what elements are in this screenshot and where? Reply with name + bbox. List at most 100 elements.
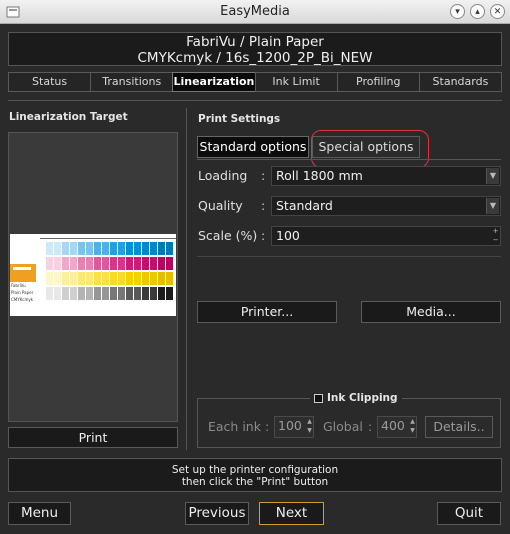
previous-button[interactable]: Previous	[185, 502, 249, 525]
quality-label: Quality	[198, 198, 243, 213]
menu-button[interactable]: Menu	[8, 502, 71, 525]
status-line2: then click the "Print" button	[181, 476, 329, 488]
target-label-2: Plain Paper	[11, 290, 34, 295]
target-patch	[94, 287, 101, 300]
target-patch	[54, 242, 61, 255]
global-value: 400	[381, 418, 405, 433]
target-patch	[118, 272, 125, 285]
target-logo-block	[10, 264, 36, 282]
tab-profiling[interactable]: Profiling	[336, 72, 420, 92]
target-patch	[62, 272, 69, 285]
target-patch	[70, 287, 77, 300]
target-patch	[158, 257, 165, 270]
each-ink-colon: :	[265, 419, 270, 434]
target-patch	[102, 242, 109, 255]
quality-value: Standard	[276, 198, 333, 213]
options-underline	[197, 159, 501, 160]
status-message: Set up the printer configuration then cl…	[8, 458, 502, 492]
ink-clipping-label: Ink Clipping	[327, 392, 398, 404]
target-patch	[46, 272, 53, 285]
target-patch	[78, 287, 85, 300]
scale-colon: :	[261, 228, 266, 243]
quit-button[interactable]: Quit	[437, 502, 501, 525]
close-icon[interactable]: ✕	[490, 4, 505, 19]
target-patch	[118, 242, 125, 255]
target-patch	[102, 287, 109, 300]
target-patch	[142, 257, 149, 270]
next-button[interactable]: Next	[259, 502, 324, 525]
quality-colon: :	[261, 198, 266, 213]
status-line1: Set up the printer configuration	[171, 464, 339, 476]
spin-arrows-icon[interactable]: ▲ ▼	[409, 417, 416, 437]
target-patch	[134, 242, 141, 255]
target-patch	[86, 242, 93, 255]
scale-input[interactable]: 100 + −	[271, 226, 501, 246]
target-patch	[70, 242, 77, 255]
target-patch	[86, 257, 93, 270]
tab-linearization[interactable]: Linearization	[172, 72, 256, 92]
target-patch	[94, 257, 101, 270]
ink-clipping-checkbox[interactable]	[314, 393, 323, 403]
minimize-icon[interactable]: ▾	[450, 4, 465, 19]
target-patch	[70, 257, 77, 270]
standard-options-tab[interactable]: Standard options	[197, 136, 309, 158]
target-patch	[134, 257, 141, 270]
tab-status[interactable]: Status	[8, 72, 92, 92]
target-patch	[110, 287, 117, 300]
target-patch	[126, 287, 133, 300]
target-patch	[150, 272, 157, 285]
printer-button[interactable]: Printer...	[197, 301, 337, 323]
header-line1: FabriVu / Plain Paper	[186, 34, 324, 50]
tab-bar: Status Transitions Linearization Ink Lim…	[8, 72, 503, 92]
global-colon: :	[368, 419, 373, 434]
target-chart-graphic	[10, 238, 176, 300]
chevron-down-icon: ▼	[486, 168, 499, 184]
window-title: EasyMedia	[220, 4, 290, 19]
target-patch	[102, 257, 109, 270]
target-patch	[102, 272, 109, 285]
target-patch	[150, 242, 157, 255]
target-patch	[118, 287, 125, 300]
target-patch	[78, 272, 85, 285]
target-patch	[166, 287, 173, 300]
target-patch	[118, 257, 125, 270]
maximize-icon[interactable]: ▴	[470, 4, 485, 19]
media-button[interactable]: Media...	[361, 301, 501, 323]
target-patch	[158, 242, 165, 255]
tab-transitions[interactable]: Transitions	[90, 72, 174, 92]
target-patch	[86, 287, 93, 300]
global-label: Global	[323, 419, 363, 434]
tab-ink-limit[interactable]: Ink Limit	[254, 72, 338, 92]
each-ink-input[interactable]: 100 ▲ ▼	[274, 416, 314, 438]
loading-select[interactable]: Roll 1800 mm ▼	[271, 166, 501, 186]
target-patch	[94, 242, 101, 255]
target-patch	[166, 272, 173, 285]
tab-standards[interactable]: Standards	[418, 72, 503, 92]
ink-clipping-header: Ink Clipping	[310, 391, 402, 405]
target-patch	[94, 272, 101, 285]
each-ink-value: 100	[278, 418, 302, 433]
chevron-down-icon: ▼	[486, 198, 499, 214]
quality-select[interactable]: Standard ▼	[271, 196, 501, 216]
spin-arrows-icon[interactable]: ▲ ▼	[306, 417, 313, 437]
target-patch	[150, 257, 157, 270]
target-label-1: FabriVu	[11, 283, 26, 288]
target-patch	[134, 272, 141, 285]
target-patch	[62, 242, 69, 255]
global-input[interactable]: 400 ▲ ▼	[377, 416, 417, 438]
target-patch	[166, 257, 173, 270]
target-patch	[86, 272, 93, 285]
details-button[interactable]: Details..	[425, 416, 493, 438]
spin-arrows-icon[interactable]: + −	[492, 227, 499, 245]
loading-label: Loading	[198, 168, 248, 183]
special-options-highlight	[311, 130, 429, 168]
linearization-target-title: Linearization Target	[9, 111, 128, 123]
target-patch	[46, 257, 53, 270]
target-patch	[158, 272, 165, 285]
each-ink-label: Each ink	[208, 419, 261, 434]
header-line2: CMYKcmyk / 16s_1200_2P_Bi_NEW	[137, 50, 373, 66]
print-settings-title: Print Settings	[198, 113, 281, 125]
target-patch	[54, 287, 61, 300]
print-button[interactable]: Print	[8, 427, 178, 448]
window-titlebar: EasyMedia ▾ ▴ ✕	[0, 0, 510, 24]
